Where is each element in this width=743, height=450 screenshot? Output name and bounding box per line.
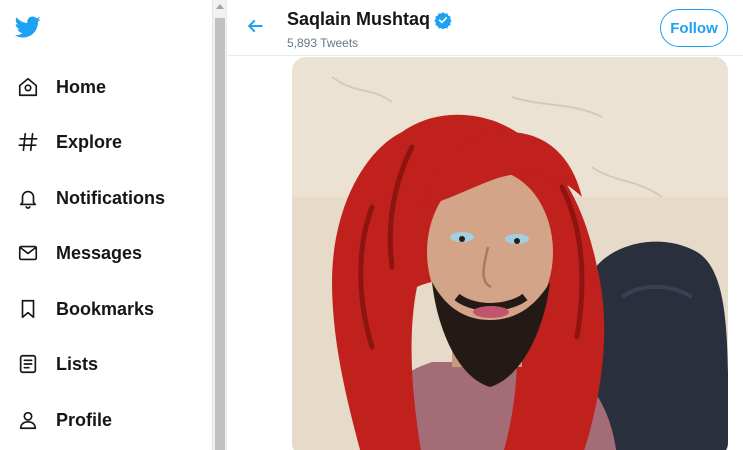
sidebar-item-label: Lists (56, 353, 99, 374)
sidebar-item-label: Messages (56, 242, 143, 263)
profile-name: Saqlain Mushtaq (287, 9, 452, 30)
scroll-thumb[interactable] (215, 18, 225, 450)
sidebar-item-bookmarks[interactable]: Bookmarks (0, 289, 200, 329)
sidebar-item-profile[interactable]: Profile (0, 400, 200, 440)
sidebar-item-explore[interactable]: Explore (0, 122, 200, 162)
back-button[interactable] (241, 14, 269, 42)
arrow-left-icon (245, 16, 265, 41)
scroll-up-arrow-icon[interactable] (216, 4, 224, 9)
sidebar-item-label: Profile (56, 409, 113, 430)
home-icon (16, 75, 40, 99)
sidebar-item-label: Home (56, 76, 107, 97)
sidebar: Home Explore Notifications Messages Book… (0, 0, 212, 450)
main-column: Saqlain Mushtaq 5,893 Tweets Follow (226, 0, 743, 450)
verified-badge-icon (434, 11, 452, 29)
sidebar-item-notifications[interactable]: Notifications (0, 178, 200, 218)
photo-illustration (292, 57, 728, 450)
sidebar-item-home[interactable]: Home (0, 67, 200, 107)
bookmark-icon (16, 297, 40, 321)
sidebar-item-label: Notifications (56, 187, 166, 208)
sidebar-item-messages[interactable]: Messages (0, 233, 200, 273)
sidebar-item-label: Explore (56, 131, 123, 152)
tweet-media-photo[interactable] (292, 57, 728, 450)
sidebar-item-lists[interactable]: Lists (0, 344, 200, 384)
bell-icon (16, 186, 40, 210)
sidebar-scrollbar[interactable] (212, 0, 226, 450)
list-icon (16, 352, 40, 376)
tweet-count: 5,893 Tweets (287, 36, 359, 50)
profile-name-text: Saqlain Mushtaq (287, 9, 431, 29)
sidebar-item-label: Bookmarks (56, 298, 155, 319)
hashtag-icon (16, 130, 40, 154)
follow-button[interactable]: Follow (660, 9, 728, 47)
twitter-bird-icon[interactable] (14, 14, 41, 40)
envelope-icon (16, 241, 40, 265)
person-icon (16, 408, 40, 432)
profile-header: Saqlain Mushtaq 5,893 Tweets Follow (227, 0, 743, 56)
